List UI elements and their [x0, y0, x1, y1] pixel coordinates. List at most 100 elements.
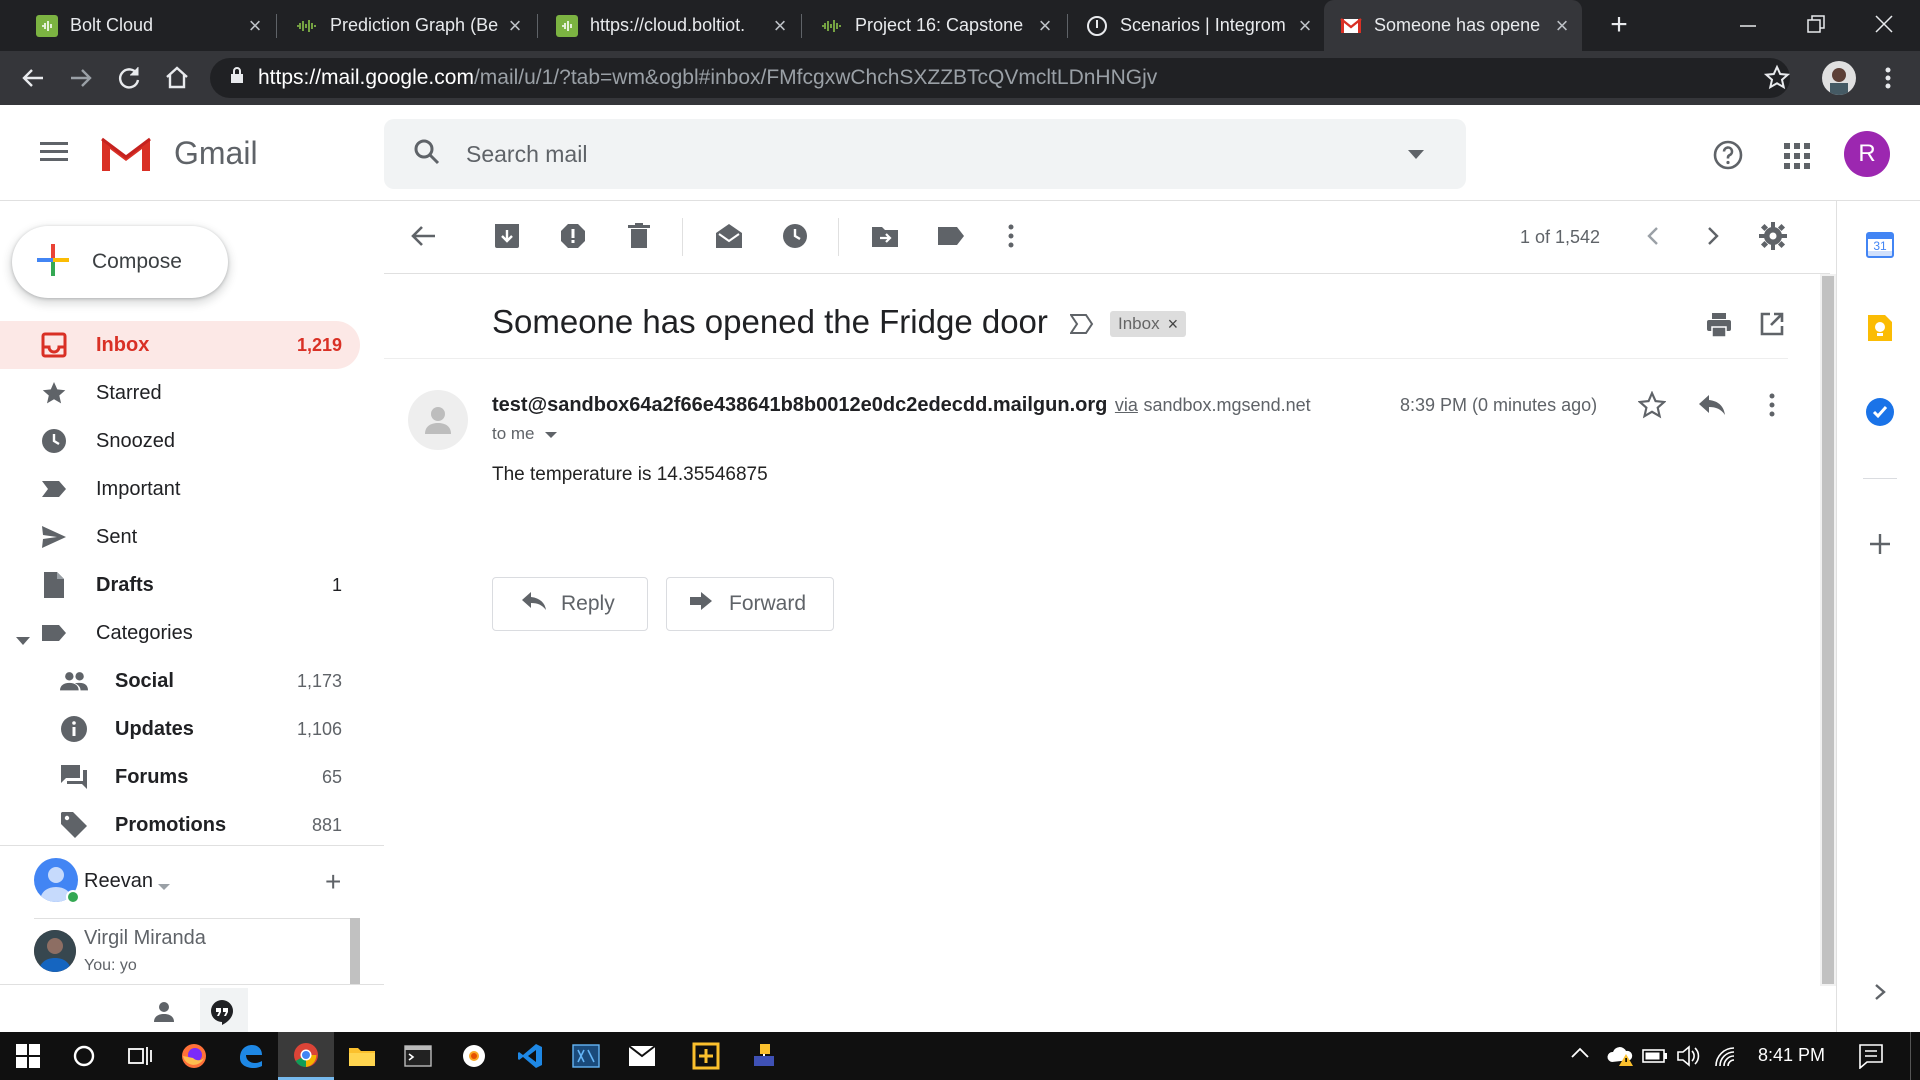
browser-menu-icon[interactable]	[1876, 63, 1900, 93]
tasks-icon[interactable]	[1865, 397, 1895, 427]
sidebar-item-inbox[interactable]: Inbox 1,219	[0, 321, 360, 369]
sidebar-item-important[interactable]: Important	[0, 465, 360, 513]
open-new-window-icon[interactable]	[1760, 312, 1784, 341]
print-icon[interactable]	[1706, 312, 1732, 343]
search-options-icon[interactable]	[1408, 147, 1424, 165]
report-spam-icon[interactable]	[558, 221, 588, 251]
sidebar-item-updates[interactable]: Updates 1,106	[0, 705, 360, 753]
more-options-icon[interactable]	[996, 221, 1026, 251]
sender-avatar[interactable]	[408, 390, 468, 450]
sender-email[interactable]: test@sandbox64a2f66e438641b8b0012e0dc2ed…	[492, 394, 1107, 416]
app-yellow-icon[interactable]	[678, 1032, 734, 1080]
tab-bolt-cloud[interactable]: Bolt Cloud ×	[20, 0, 275, 51]
hangouts-icon[interactable]	[208, 998, 236, 1026]
windows-start-icon[interactable]	[0, 1032, 56, 1080]
restore-window-button[interactable]	[1804, 12, 1828, 36]
close-tab-icon[interactable]: ×	[1295, 13, 1315, 39]
firefox-icon[interactable]	[166, 1032, 222, 1080]
search-bar[interactable]: Search mail	[384, 119, 1466, 189]
close-tab-icon[interactable]: ×	[245, 13, 265, 39]
help-icon[interactable]	[1712, 139, 1744, 171]
compose-button[interactable]: Compose	[12, 226, 228, 298]
new-conversation-icon[interactable]: +	[325, 868, 341, 896]
sidebar-item-snoozed[interactable]: Snoozed	[0, 417, 360, 465]
account-avatar[interactable]: R	[1844, 131, 1890, 177]
contacts-icon[interactable]	[150, 998, 178, 1026]
gmail-logo-icon[interactable]	[98, 133, 154, 175]
calendar-icon[interactable]: 31	[1866, 230, 1894, 258]
network-app-icon[interactable]	[736, 1032, 792, 1080]
back-button[interactable]	[18, 63, 48, 93]
via-link[interactable]: via	[1115, 395, 1138, 415]
snooze-icon[interactable]	[780, 221, 810, 251]
action-center-icon[interactable]	[1858, 1043, 1884, 1074]
close-tab-icon[interactable]: ×	[1035, 13, 1055, 39]
tab-prediction-graph[interactable]: Prediction Graph (Be ×	[280, 0, 535, 51]
show-desktop-strip[interactable]	[1910, 1032, 1911, 1080]
tab-gmail-active[interactable]: Someone has opene ×	[1324, 0, 1582, 51]
remove-label-icon[interactable]: ×	[1168, 314, 1179, 335]
onedrive-warning-icon[interactable]	[1606, 1044, 1636, 1073]
close-window-button[interactable]	[1872, 12, 1896, 36]
profile-avatar[interactable]	[1822, 61, 1856, 95]
sidebar-item-drafts[interactable]: Drafts 1	[0, 561, 360, 609]
edge-icon[interactable]	[222, 1032, 278, 1080]
home-button[interactable]	[162, 63, 192, 93]
sidebar-item-promotions[interactable]: Promotions 881	[0, 801, 360, 849]
cortana-search-icon[interactable]	[56, 1032, 112, 1080]
vscode-icon[interactable]	[502, 1032, 558, 1080]
importance-marker-icon[interactable]	[1069, 314, 1094, 339]
sidebar-item-starred[interactable]: Starred	[0, 369, 360, 417]
content-scrollbar-thumb[interactable]	[1822, 276, 1834, 984]
reply-button[interactable]: Reply	[492, 577, 648, 631]
tab-project-16[interactable]: Project 16: Capstone ×	[805, 0, 1065, 51]
sidebar-item-categories[interactable]: Categories	[0, 609, 360, 657]
bookmark-star-icon[interactable]	[1762, 63, 1792, 93]
contact-name[interactable]: Virgil Miranda	[84, 927, 206, 950]
expand-panel-chevron-icon[interactable]	[1872, 982, 1888, 1002]
tab-integromat[interactable]: Scenarios | Integrom ×	[1070, 0, 1325, 51]
older-chevron-icon[interactable]	[1698, 221, 1728, 251]
file-explorer-icon[interactable]	[334, 1032, 390, 1080]
reload-button[interactable]	[114, 63, 144, 93]
close-tab-icon[interactable]: ×	[770, 13, 790, 39]
forward-button[interactable]: Forward	[666, 577, 834, 631]
terminal-icon[interactable]	[390, 1032, 446, 1080]
delete-icon[interactable]	[624, 221, 654, 251]
tray-overflow-chevron-icon[interactable]	[1570, 1046, 1590, 1065]
back-to-inbox-icon[interactable]	[408, 221, 438, 251]
star-email-icon[interactable]	[1637, 390, 1667, 424]
minimize-window-button[interactable]	[1736, 14, 1760, 38]
volume-icon[interactable]	[1676, 1044, 1702, 1073]
search-icon[interactable]	[412, 137, 442, 172]
main-menu-icon[interactable]	[40, 141, 68, 163]
newer-chevron-icon[interactable]	[1638, 221, 1668, 251]
reply-icon[interactable]	[1698, 394, 1726, 421]
sidebar-item-social[interactable]: Social 1,173	[0, 657, 360, 705]
chevron-down-icon[interactable]	[158, 878, 170, 896]
message-more-icon[interactable]	[1767, 392, 1777, 423]
taskbar-clock[interactable]: 8:41 PM	[1758, 1045, 1825, 1066]
close-tab-icon[interactable]: ×	[1552, 13, 1572, 39]
url-bar[interactable]: https://mail.google.com/mail/u/1/?tab=wm…	[210, 58, 1790, 98]
mark-unread-icon[interactable]	[714, 221, 744, 251]
virtual-desktop-icon[interactable]	[558, 1032, 614, 1080]
battery-icon[interactable]	[1642, 1048, 1668, 1069]
labels-icon[interactable]	[936, 221, 966, 251]
search-input[interactable]: Search mail	[466, 141, 587, 168]
settings-gear-icon[interactable]	[1758, 221, 1788, 251]
sidebar-item-sent[interactable]: Sent	[0, 513, 360, 561]
chrome-taskbar-icon[interactable]	[278, 1032, 334, 1080]
collapse-arrow-icon[interactable]	[16, 629, 30, 652]
wifi-icon[interactable]	[1712, 1044, 1738, 1073]
forward-button[interactable]	[66, 63, 96, 93]
contact-avatar[interactable]	[34, 930, 76, 972]
archive-icon[interactable]	[492, 221, 522, 251]
new-tab-button[interactable]: +	[1604, 10, 1634, 40]
sidebar-item-forums[interactable]: Forums 65	[0, 753, 360, 801]
task-view-icon[interactable]	[112, 1032, 168, 1080]
hangouts-scrollbar[interactable]	[350, 918, 360, 984]
hangouts-user-name[interactable]: Reevan	[84, 870, 153, 893]
mail-app-icon[interactable]	[614, 1032, 670, 1080]
tab-boltiot-cloud[interactable]: https://cloud.boltiot. ×	[540, 0, 800, 51]
